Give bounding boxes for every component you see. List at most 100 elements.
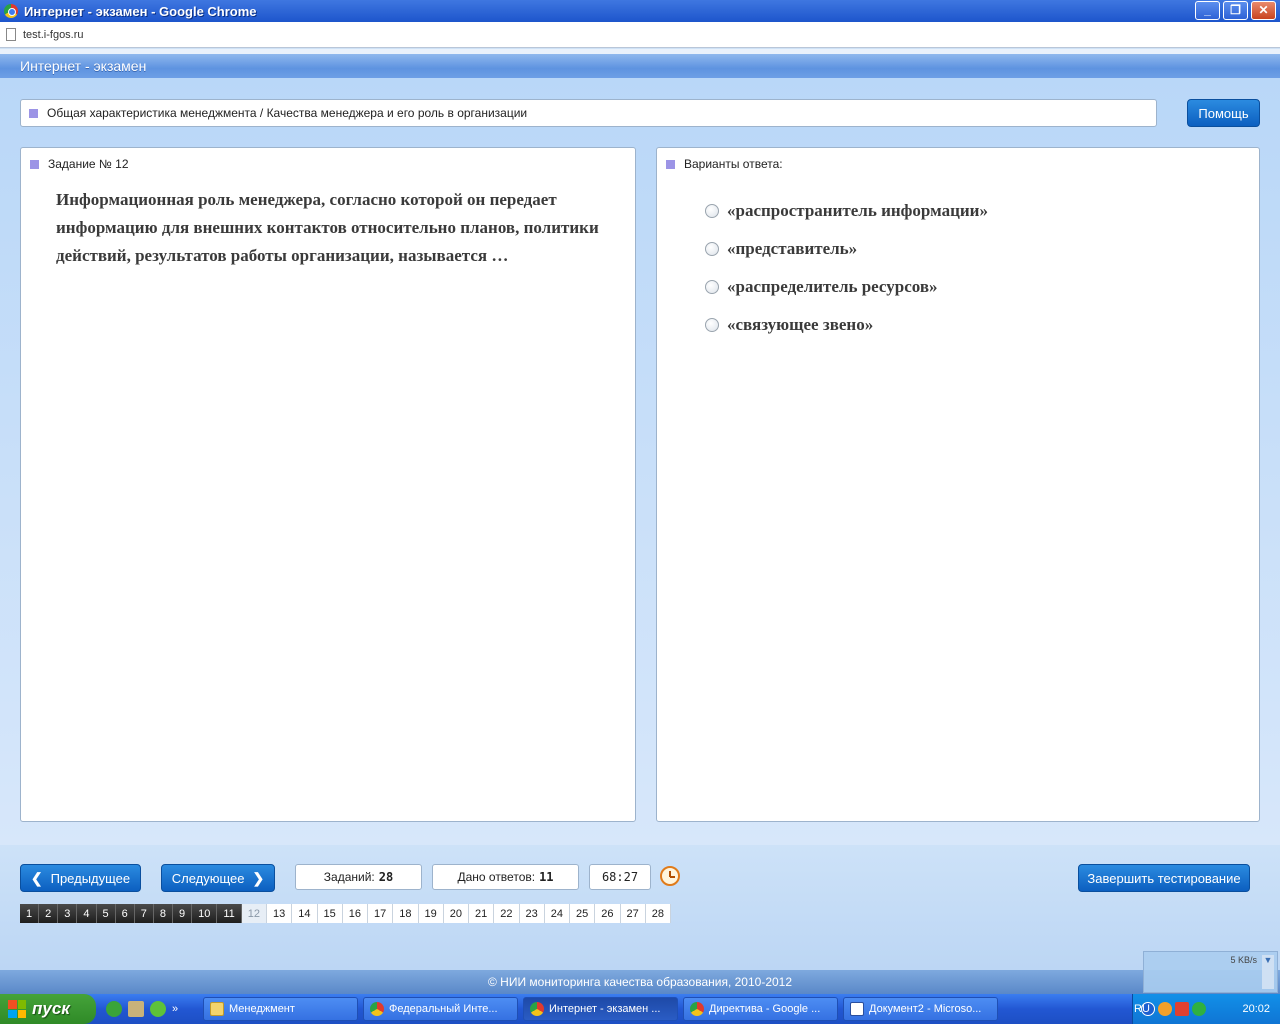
next-button[interactable]: Следующее ❯ bbox=[161, 864, 275, 892]
answers-heading-text: Варианты ответа: bbox=[684, 157, 783, 171]
app-header: Интернет - экзамен bbox=[0, 49, 1280, 78]
answer-label[interactable]: «распространитель информации» bbox=[727, 201, 988, 221]
previous-button[interactable]: ❮ Предыдущее bbox=[20, 864, 141, 892]
previous-label: Предыдущее bbox=[50, 870, 131, 886]
marker-square-icon bbox=[30, 159, 39, 169]
start-label: пуск bbox=[32, 999, 70, 1018]
pager-item-23[interactable]: 23 bbox=[519, 904, 545, 923]
answer-option-2[interactable]: «представитель» bbox=[705, 230, 988, 268]
taskbar-item-label: Интернет - экзамен ... bbox=[549, 1003, 661, 1015]
help-button[interactable]: Помощь bbox=[1187, 99, 1260, 127]
pager-item-25[interactable]: 25 bbox=[570, 904, 596, 923]
pager-item-17[interactable]: 17 bbox=[368, 904, 394, 923]
icq-icon[interactable] bbox=[150, 1001, 166, 1017]
finish-test-button[interactable]: Завершить тестирование bbox=[1078, 864, 1250, 892]
language-indicator[interactable]: RU bbox=[1134, 1003, 1150, 1015]
answer-label[interactable]: «связующее звено» bbox=[727, 315, 873, 335]
breadcrumb: Общая характеристика менеджмента / Качес… bbox=[20, 99, 1157, 127]
taskbar-item-menedzhment[interactable]: Менеджмент bbox=[203, 997, 358, 1021]
pager-item-15[interactable]: 15 bbox=[317, 904, 343, 923]
quick-launch-chevron[interactable]: » bbox=[172, 1003, 178, 1015]
tray-mail-icon[interactable] bbox=[1192, 1002, 1206, 1016]
pager-item-27[interactable]: 27 bbox=[620, 904, 646, 923]
quick-launch: » bbox=[106, 1001, 198, 1017]
url-text[interactable]: test.i-fgos.ru bbox=[23, 29, 84, 41]
pager-item-2[interactable]: 2 bbox=[39, 904, 59, 923]
pager-item-8[interactable]: 8 bbox=[153, 904, 173, 923]
pager-item-18[interactable]: 18 bbox=[393, 904, 419, 923]
utorrent-icon[interactable] bbox=[106, 1001, 122, 1017]
window-titlebar: Интернет - экзамен - Google Chrome _ ❐ ✕ bbox=[0, 0, 1280, 22]
pager-item-24[interactable]: 24 bbox=[544, 904, 571, 923]
pager-item-4[interactable]: 4 bbox=[77, 904, 97, 923]
tray-antivirus-icon[interactable] bbox=[1175, 1002, 1189, 1016]
desktop-icon[interactable] bbox=[128, 1001, 144, 1017]
question-pager: 1 2 3 4 5 6 7 8 9 10 11 12 13 14 15 16 17 18 19 20 21 22 23 24 2… bbox=[20, 904, 672, 923]
pager-item-7[interactable]: 7 bbox=[134, 904, 154, 923]
pager-item-5[interactable]: 5 bbox=[96, 904, 116, 923]
answered-count-box: Дано ответов: 11 bbox=[432, 864, 579, 890]
address-bar[interactable]: test.i-fgos.ru bbox=[0, 22, 1280, 48]
pager-item-22[interactable]: 22 bbox=[494, 904, 520, 923]
taskbar-item-label: Документ2 - Microso... bbox=[869, 1003, 982, 1015]
task-number: Задание № 12 bbox=[48, 157, 129, 171]
answer-option-4[interactable]: «связующее звено» bbox=[705, 306, 988, 344]
taskbar-item-label: Федеральный Инте... bbox=[389, 1003, 498, 1015]
close-button[interactable]: ✕ bbox=[1251, 1, 1276, 20]
restore-button[interactable]: ❐ bbox=[1223, 1, 1248, 20]
pager-item-28[interactable]: 28 bbox=[645, 904, 672, 923]
pager-item-14[interactable]: 14 bbox=[292, 904, 318, 923]
word-icon bbox=[850, 1002, 864, 1016]
pager-item-9[interactable]: 9 bbox=[173, 904, 193, 923]
pager-item-20[interactable]: 20 bbox=[443, 904, 470, 923]
pager-item-6[interactable]: 6 bbox=[115, 904, 135, 923]
answer-list: «распространитель информации» «представи… bbox=[705, 192, 988, 344]
answers-heading: Варианты ответа: bbox=[666, 157, 783, 171]
network-speed: 5 KB/s bbox=[1230, 955, 1257, 965]
tray-app-icon[interactable] bbox=[1158, 1002, 1172, 1016]
windows-flag-icon bbox=[8, 1000, 26, 1018]
window-controls: _ ❐ ✕ bbox=[1195, 1, 1276, 20]
tasks-count-box: Заданий: 28 bbox=[295, 864, 422, 890]
pager-item-16[interactable]: 16 bbox=[342, 904, 369, 923]
radio-button[interactable] bbox=[705, 318, 719, 332]
taskbar-item-exam[interactable]: Интернет - экзамен ... bbox=[523, 997, 678, 1021]
alarm-clock-icon bbox=[660, 866, 680, 886]
taskbar-item-document[interactable]: Документ2 - Microso... bbox=[843, 997, 998, 1021]
minimize-button[interactable]: _ bbox=[1195, 1, 1220, 20]
footer-copyright: © НИИ мониторинга качества образования, … bbox=[0, 970, 1280, 994]
pager-item-21[interactable]: 21 bbox=[469, 904, 495, 923]
pager-item-1[interactable]: 1 bbox=[20, 904, 40, 923]
chrome-icon bbox=[370, 1002, 384, 1016]
page-icon bbox=[6, 28, 16, 41]
pager-item-11[interactable]: 11 bbox=[217, 904, 242, 923]
answer-option-1[interactable]: «распространитель информации» bbox=[705, 192, 988, 230]
marker-square-icon bbox=[666, 159, 675, 169]
timer: 68:27 bbox=[589, 864, 651, 890]
pager-item-13[interactable]: 13 bbox=[267, 904, 293, 923]
radio-button[interactable] bbox=[705, 280, 719, 294]
chrome-icon bbox=[690, 1002, 704, 1016]
tasks-count-label: Заданий: bbox=[323, 870, 375, 884]
taskbar-item-federal[interactable]: Федеральный Инте... bbox=[363, 997, 518, 1021]
app-title: Интернет - экзамен bbox=[20, 58, 147, 74]
pager-item-10[interactable]: 10 bbox=[192, 904, 218, 923]
pager-item-12[interactable]: 12 bbox=[241, 904, 268, 923]
taskbar-item-directive[interactable]: Директива - Google ... bbox=[683, 997, 838, 1021]
answered-count-value: 11 bbox=[539, 870, 554, 884]
pager-item-19[interactable]: 19 bbox=[418, 904, 444, 923]
answer-label[interactable]: «представитель» bbox=[727, 239, 857, 259]
chrome-icon bbox=[530, 1002, 544, 1016]
start-button[interactable]: пуск bbox=[0, 994, 96, 1024]
tasks-count-value: 28 bbox=[378, 870, 394, 884]
system-tray: 20:02 bbox=[1132, 994, 1280, 1024]
answer-option-3[interactable]: «распределитель ресурсов» bbox=[705, 268, 988, 306]
pager-item-26[interactable]: 26 bbox=[595, 904, 621, 923]
task-panel: Задание № 12 Информационная роль менедже… bbox=[20, 147, 636, 822]
pager-item-3[interactable]: 3 bbox=[58, 904, 78, 923]
radio-button[interactable] bbox=[705, 242, 719, 256]
answer-label[interactable]: «распределитель ресурсов» bbox=[727, 277, 938, 297]
download-arrow-icon[interactable]: ▼ bbox=[1262, 955, 1274, 989]
radio-button[interactable] bbox=[705, 204, 719, 218]
tray-icons bbox=[1141, 1002, 1206, 1016]
